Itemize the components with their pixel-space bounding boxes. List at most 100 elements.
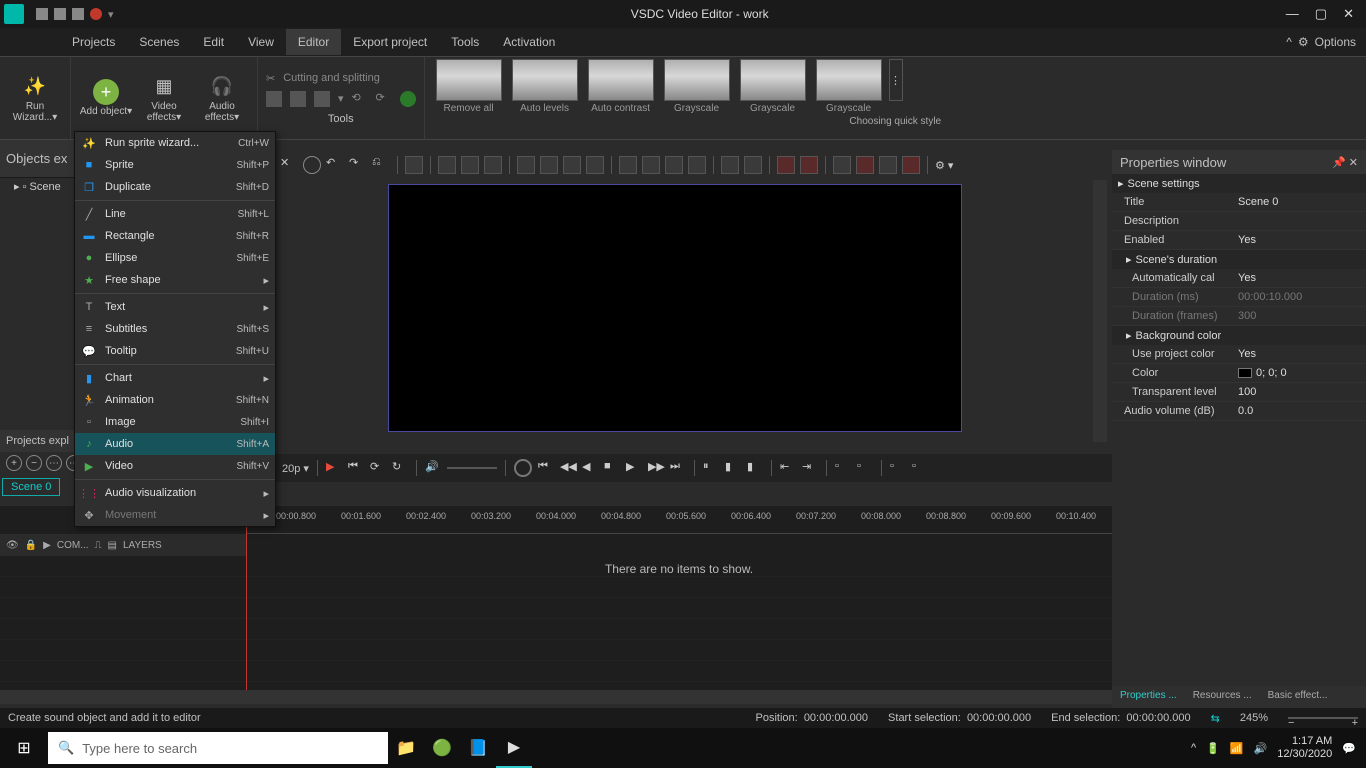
- scissors-icon[interactable]: ✂: [266, 72, 275, 85]
- scene-tab[interactable]: Scene 0: [2, 478, 60, 496]
- prop-value[interactable]: Yes: [1234, 348, 1366, 360]
- align-icon[interactable]: [461, 156, 479, 174]
- item-icon[interactable]: ⋯: [46, 455, 62, 471]
- skip-start-icon[interactable]: ⏮: [348, 460, 364, 476]
- eye-icon[interactable]: 👁: [6, 540, 19, 551]
- pause-icon[interactable]: ⏸: [703, 460, 719, 476]
- tray-chevron-icon[interactable]: ^: [1191, 742, 1196, 754]
- marker-icon[interactable]: ▮: [747, 460, 763, 476]
- qa-icon[interactable]: [72, 8, 84, 20]
- audio-effects-button[interactable]: 🎧 Audio effects▾: [193, 61, 251, 135]
- quick-style-thumb[interactable]: Auto levels: [509, 59, 581, 114]
- word-icon[interactable]: 📘: [460, 728, 496, 768]
- tb-icon[interactable]: ⎌: [372, 156, 390, 174]
- ctx-run-sprite-wizard-[interactable]: ✨Run sprite wizard...Ctrl+W: [75, 132, 275, 154]
- record-icon[interactable]: [90, 8, 102, 20]
- timeline-tracks[interactable]: [0, 556, 1112, 690]
- menu-projects[interactable]: Projects: [60, 29, 127, 55]
- ctx-tooltip[interactable]: 💬TooltipShift+U: [75, 340, 275, 362]
- tab-properties[interactable]: Properties ...: [1112, 686, 1185, 708]
- prop-category[interactable]: ▸Background color: [1112, 326, 1366, 345]
- ctx-audio[interactable]: ♪AudioShift+A: [75, 433, 275, 455]
- taskbar-search[interactable]: 🔍 Type here to search: [48, 732, 388, 764]
- pin-icon[interactable]: 📌 ✕: [1332, 156, 1358, 169]
- ctx-duplicate[interactable]: ❐DuplicateShift+D: [75, 176, 275, 198]
- arrange-icon[interactable]: [665, 156, 683, 174]
- align-icon[interactable]: [484, 156, 502, 174]
- zoom-slider[interactable]: −+: [1288, 717, 1358, 719]
- scene-tree-item[interactable]: ▸ ▫ Scene: [14, 180, 61, 193]
- group-icon[interactable]: [744, 156, 762, 174]
- menu-editor[interactable]: Editor: [286, 29, 341, 55]
- jump-icon[interactable]: ⇤: [780, 460, 796, 476]
- grid-icon[interactable]: [856, 156, 874, 174]
- menu-activation[interactable]: Activation: [491, 29, 567, 55]
- ctx-free-shape[interactable]: ★Free shape▸: [75, 269, 275, 291]
- prop-category[interactable]: ▸Scene's duration: [1112, 250, 1366, 269]
- grid-icon[interactable]: [902, 156, 920, 174]
- vsdc-icon[interactable]: ▶: [496, 728, 532, 768]
- gear-icon[interactable]: ⚙: [1298, 35, 1309, 49]
- minimize-button[interactable]: —: [1286, 6, 1299, 22]
- arrange-icon[interactable]: [619, 156, 637, 174]
- tool-icon[interactable]: ▫: [890, 460, 906, 476]
- tool-icon[interactable]: ▫: [857, 460, 873, 476]
- prop-category[interactable]: ▸Scene settings: [1112, 174, 1366, 193]
- tool-icon[interactable]: [266, 91, 282, 107]
- video-canvas[interactable]: [388, 184, 962, 432]
- prop-value[interactable]: Yes: [1234, 234, 1366, 246]
- resolution-dropdown[interactable]: 20p ▾: [282, 462, 309, 475]
- gear-icon[interactable]: ⚙ ▾: [935, 159, 953, 172]
- rotate-icon[interactable]: ⟲: [352, 91, 368, 107]
- explorer-icon[interactable]: 📁: [388, 728, 424, 768]
- grid-icon[interactable]: [800, 156, 818, 174]
- quick-style-more[interactable]: ⋮: [889, 59, 903, 101]
- add-object-button[interactable]: + Add object▾: [77, 61, 135, 135]
- options-label[interactable]: Options: [1315, 35, 1356, 49]
- add-icon[interactable]: +: [6, 455, 22, 471]
- qa-icon[interactable]: [54, 8, 66, 20]
- jump-icon[interactable]: ⇥: [802, 460, 818, 476]
- tab-resources[interactable]: Resources ...: [1185, 686, 1260, 708]
- color-swatch[interactable]: [1238, 368, 1252, 378]
- tool-icon[interactable]: [290, 91, 306, 107]
- video-effects-button[interactable]: ▦ Video effects▾: [135, 61, 193, 135]
- menu-view[interactable]: View: [236, 29, 286, 55]
- prop-value[interactable]: 100: [1234, 386, 1366, 398]
- align-icon[interactable]: [540, 156, 558, 174]
- prop-value[interactable]: Scene 0: [1234, 196, 1366, 208]
- notifications-icon[interactable]: 💬: [1342, 742, 1356, 755]
- play-icon[interactable]: ▶: [626, 460, 642, 476]
- menu-export[interactable]: Export project: [341, 29, 439, 55]
- align-icon[interactable]: [586, 156, 604, 174]
- arrange-icon[interactable]: [642, 156, 660, 174]
- undo-icon[interactable]: ↶: [326, 156, 344, 174]
- tab-basic-effects[interactable]: Basic effect...: [1260, 686, 1336, 708]
- arrange-icon[interactable]: [688, 156, 706, 174]
- ctx-video[interactable]: ▶VideoShift+V: [75, 455, 275, 477]
- tool-icon[interactable]: [400, 91, 416, 107]
- ctx-sprite[interactable]: ■SpriteShift+P: [75, 154, 275, 176]
- prop-value[interactable]: Yes: [1234, 272, 1366, 284]
- close-button[interactable]: ✕: [1343, 6, 1354, 22]
- quick-style-thumb[interactable]: Grayscale: [737, 59, 809, 114]
- wifi-icon[interactable]: 📶: [1230, 742, 1244, 755]
- flag-icon[interactable]: ▶: [43, 540, 51, 551]
- ctx-text[interactable]: TText▸: [75, 296, 275, 318]
- battery-icon[interactable]: 🔋: [1206, 742, 1220, 755]
- run-wizard-button[interactable]: ✨ Run Wizard...▾: [6, 61, 64, 135]
- maximize-button[interactable]: ▢: [1315, 6, 1327, 22]
- timeline-hscroll[interactable]: [0, 690, 1112, 704]
- menu-edit[interactable]: Edit: [191, 29, 236, 55]
- start-button[interactable]: ⊞: [0, 728, 48, 768]
- group-icon[interactable]: [721, 156, 739, 174]
- playhead[interactable]: [246, 506, 247, 690]
- ctx-chart[interactable]: ▮Chart▸: [75, 367, 275, 389]
- collapse-ribbon-icon[interactable]: ^: [1286, 35, 1292, 49]
- marker-icon[interactable]: ▮: [725, 460, 741, 476]
- step-back-icon[interactable]: ◀: [582, 460, 598, 476]
- canvas-vscroll[interactable]: [1093, 180, 1107, 442]
- quick-style-thumb[interactable]: Remove all: [433, 59, 505, 114]
- link-icon[interactable]: ⇆: [1211, 712, 1220, 725]
- menu-scenes[interactable]: Scenes: [127, 29, 191, 55]
